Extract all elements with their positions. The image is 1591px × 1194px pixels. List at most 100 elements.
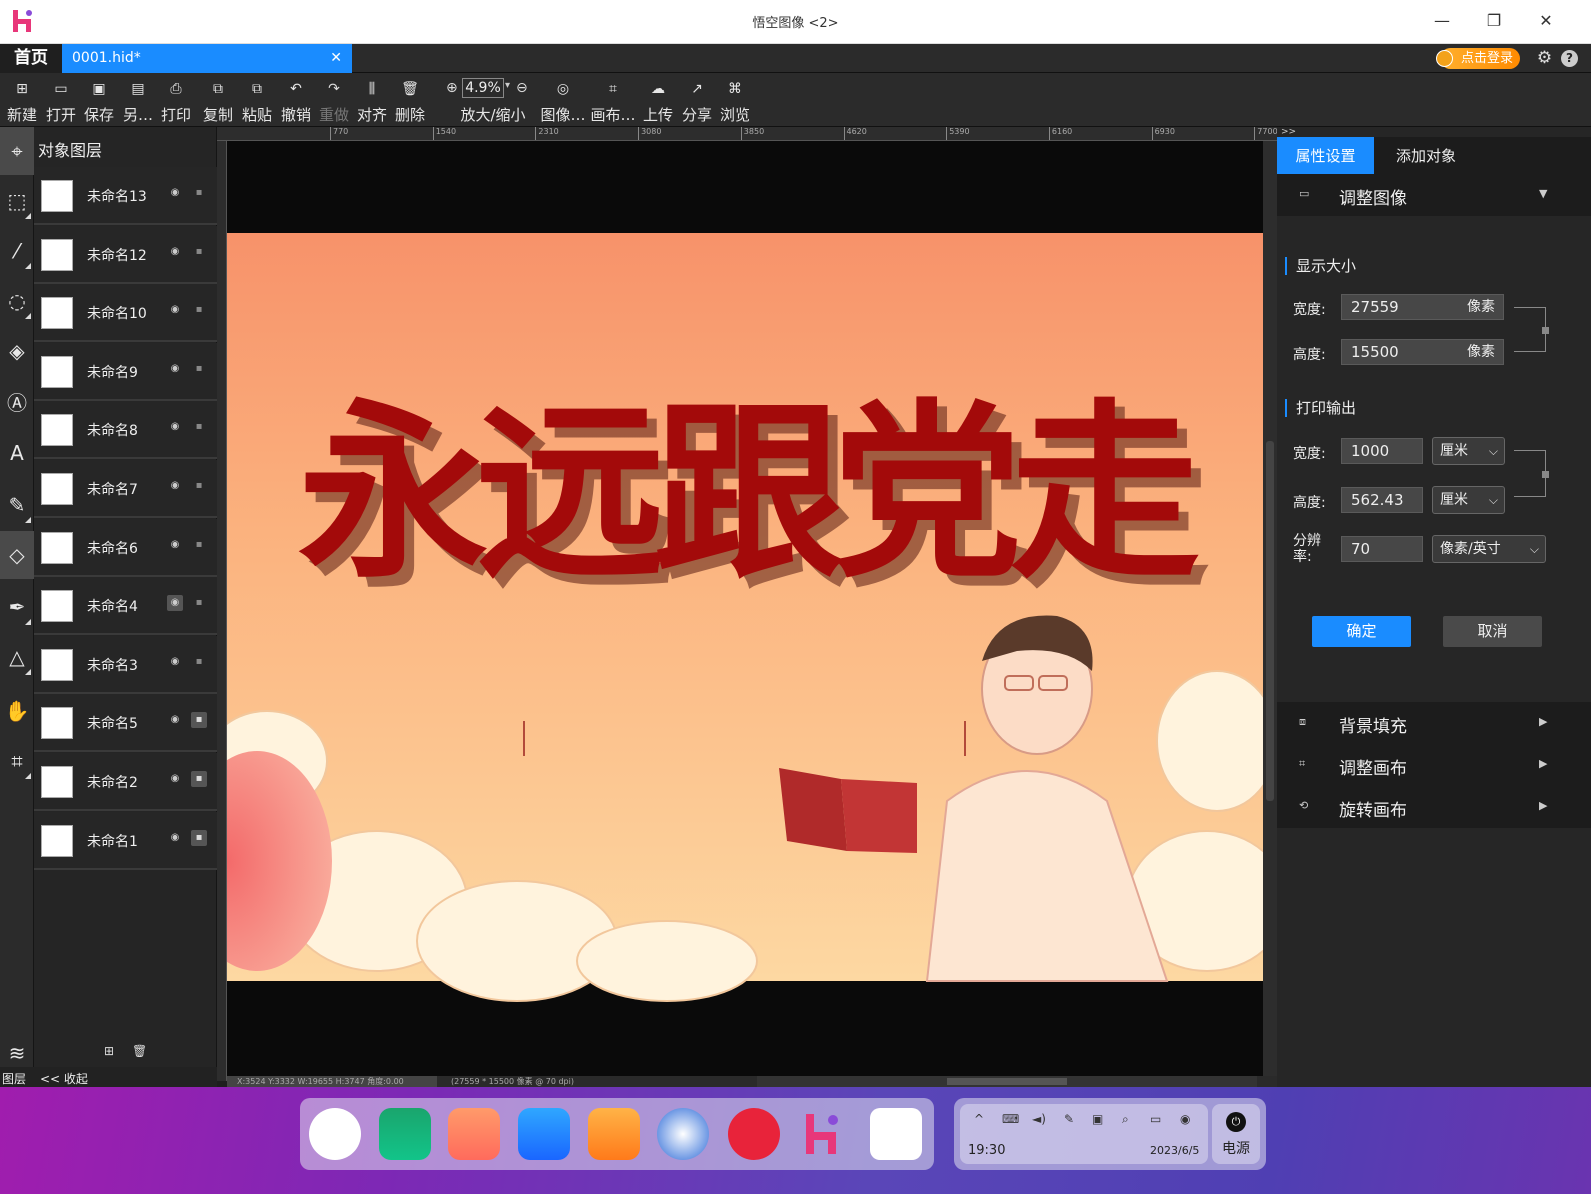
launcher-icon[interactable] [309,1108,361,1160]
panel-toggle-icon[interactable]: >> [1281,127,1296,137]
undo-button[interactable]: ↶ 撤销 [278,73,314,127]
eye-icon[interactable]: ◉ [167,595,183,612]
eye-icon[interactable]: ◉ [167,478,183,494]
help-icon[interactable]: ? [1561,50,1578,67]
layer-row[interactable]: 未命名6 ◉ ▪ [34,518,217,577]
lock-icon[interactable] [1542,470,1549,478]
delete-button[interactable]: 🗑 删除 [392,73,428,127]
lasso-tool-icon[interactable]: ◌ [0,277,34,325]
volume-icon[interactable]: ◄) [1032,1112,1046,1126]
layer-row[interactable]: 未命名9 ◉ ▪ [34,342,217,401]
lock-icon[interactable]: ▪ [191,419,207,435]
section-adjust-image[interactable]: ▭ 调整图像 ▼ [1277,174,1591,216]
section-background-fill[interactable]: ⧈ 背景填充 ▶ [1277,702,1591,744]
add-layer-icon[interactable]: ⊞ [104,1044,114,1058]
lock-icon[interactable]: ▪ [191,712,207,729]
new-button[interactable]: ⊞ 新建 [4,73,40,127]
cancel-button[interactable]: 取消 [1443,616,1542,647]
lock-icon[interactable] [1542,326,1549,334]
layer-row[interactable]: 未命名8 ◉ ▪ [34,401,217,460]
collapse-button[interactable]: << 收起 [40,1070,88,1087]
ok-button[interactable]: 确定 [1312,616,1411,647]
save-as-button[interactable]: ▤ 另… [119,73,157,127]
zoom-dropdown-icon[interactable]: ▾ [505,80,510,91]
layer-row[interactable]: 未命名3 ◉ ▪ [34,635,217,694]
eye-icon[interactable]: ◉ [167,419,183,435]
gear-icon[interactable]: ⚙ [1535,49,1554,68]
layer-row[interactable]: 未命名4 ◉ ▪ [34,577,217,636]
vertical-scroll-thumb[interactable] [1266,441,1274,801]
layer-row[interactable]: 未命名2 ◉ ▪ [34,753,217,811]
redo-button[interactable]: ↷ 重做 [316,73,352,127]
restore-icon[interactable]: ❐ [1482,10,1506,32]
close-icon[interactable]: ✕ [1534,10,1558,32]
lock-icon[interactable]: ▪ [191,537,207,553]
login-button[interactable]: 点击登录 [1436,48,1520,69]
section-adjust-canvas[interactable]: ⌗ 调整画布 ▶ [1277,744,1591,786]
minimize-icon[interactable]: — [1430,10,1454,32]
print-width-input[interactable]: 1000 [1341,438,1423,464]
recycle-bin-icon[interactable] [870,1108,922,1160]
tab-close-icon[interactable]: ✕ [330,44,342,73]
zoom-out-icon[interactable]: ⊖ [516,80,528,96]
print-button[interactable]: ⎙ 打印 [158,73,194,127]
select-tool-icon[interactable]: ⌖ [0,127,34,175]
eye-icon[interactable]: ◉ [167,361,183,377]
layer-row[interactable]: 未命名12 ◉ ▪ [34,225,217,284]
fill-tool-icon[interactable]: ◈ [0,327,34,375]
shape-tool-icon[interactable]: △ [0,633,34,681]
lock-icon[interactable]: ▪ [191,654,207,670]
browse-button[interactable]: ⌘ 浏览 [717,73,753,127]
lock-icon[interactable]: ▪ [191,478,207,494]
eye-icon[interactable]: ◉ [167,185,183,201]
pen-icon[interactable]: ✎ [1064,1112,1074,1126]
add-text-tool-icon[interactable]: Ⓐ [0,379,34,427]
canvas-menu-button[interactable]: ⌗ 画布… [590,73,636,127]
toggle-icon[interactable]: ◉ [1180,1112,1190,1126]
layer-row[interactable]: 未命名7 ◉ ▪ [34,460,217,518]
security-icon[interactable] [518,1108,570,1160]
lock-icon[interactable]: ▪ [191,771,207,787]
lock-icon[interactable]: ▪ [191,185,207,201]
hand-tool-icon[interactable]: ✋ [0,687,34,735]
tray-status-area[interactable]: ^ ⌨ ◄) ✎ ▣ ⌕ ▭ ◉ 19:30 2023/6/5 [960,1104,1208,1164]
eye-icon[interactable]: ◉ [167,537,183,553]
print-width-unit-select[interactable]: 厘米 ⌵ [1432,437,1505,465]
display-size-link[interactable] [1514,307,1549,352]
open-button[interactable]: ▭ 打开 [43,73,79,127]
screenshot-icon[interactable]: ▣ [1092,1112,1103,1126]
resolution-input[interactable]: 70 [1341,536,1423,562]
tab-add-object[interactable]: 添加对象 [1374,137,1591,175]
lock-icon[interactable]: ▪ [191,595,207,611]
copy-button[interactable]: ⧉ 复制 [200,73,236,127]
chevron-up-icon[interactable]: ^ [974,1112,984,1126]
section-rotate-canvas[interactable]: ⟲ 旋转画布 ▶ [1277,786,1591,828]
lock-icon[interactable]: ▪ [191,244,207,260]
settings-app-icon[interactable] [657,1108,709,1160]
tab-home[interactable]: 首页 [0,44,62,73]
canvas-image[interactable]: 永远跟党走 永远跟党走 [182,141,1288,1076]
resolution-unit-select[interactable]: 像素/英寸 ⌵ [1432,535,1546,563]
align-button[interactable]: ⫼ 对齐 [354,73,390,127]
eye-icon[interactable]: ◉ [167,771,183,787]
music-app-icon[interactable] [728,1108,780,1160]
marquee-tool-icon[interactable]: ⬚ [0,177,34,225]
zoom-in-icon[interactable]: ⊕ [446,80,458,96]
display-height-input[interactable]: 15500 像素 [1341,339,1504,365]
layer-row[interactable]: 未命名5 ◉ ▪ [34,694,217,753]
layer-row[interactable]: 未命名13 ◉ ▪ [34,167,217,225]
save-button[interactable]: ▣ 保存 [81,73,117,127]
lock-icon[interactable]: ▪ [191,361,207,377]
horizontal-scroll-thumb[interactable] [947,1078,1067,1085]
app-store-icon[interactable] [448,1108,500,1160]
eye-icon[interactable]: ◉ [167,244,183,260]
eye-icon[interactable]: ◉ [167,830,183,846]
layer-row[interactable]: 未命名10 ◉ ▪ [34,284,217,343]
tab-properties[interactable]: 属性设置 [1277,137,1374,175]
file-manager-icon[interactable] [379,1108,431,1160]
power-button[interactable]: ⏻ 电源 [1212,1104,1260,1164]
print-height-input[interactable]: 562.43 [1341,487,1423,513]
image-editor-app-icon[interactable] [798,1108,850,1160]
search-icon[interactable]: ⌕ [1122,1112,1129,1127]
brush-tool-icon[interactable]: ✎ [0,481,34,529]
